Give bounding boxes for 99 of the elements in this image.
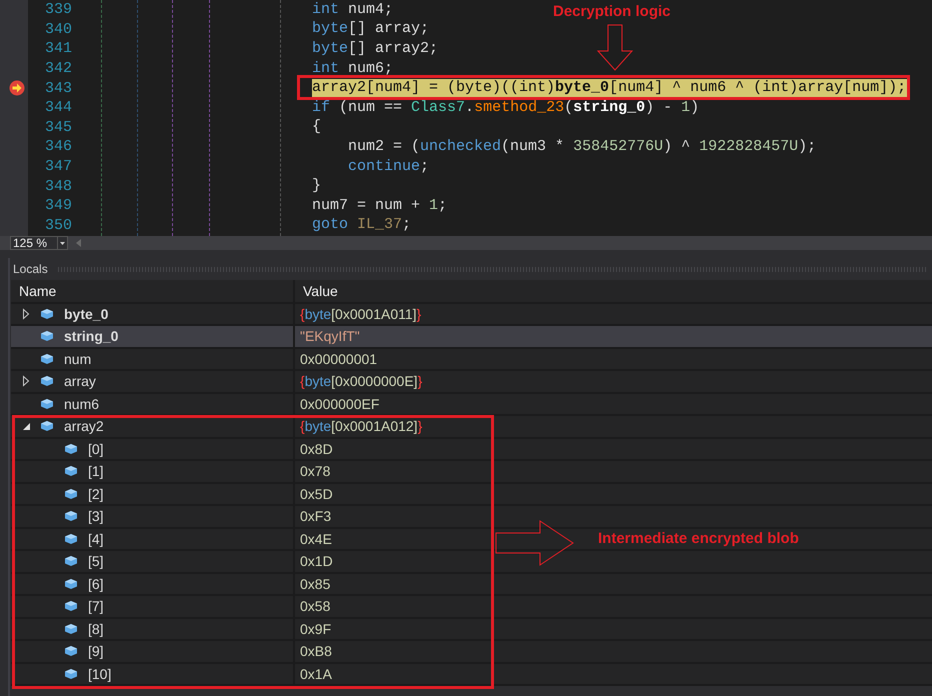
variable-name: [7] <box>88 598 104 614</box>
column-header[interactable]: Name <box>19 282 56 299</box>
cube-icon <box>64 465 78 478</box>
variable-value: 0x000000EF <box>300 396 380 412</box>
variable-row[interactable]: [5] 0x1D <box>11 551 932 574</box>
variable-value: 0x8D <box>300 440 333 457</box>
variable-value: 0x1D <box>300 553 333 570</box>
variable-name: [10] <box>88 666 112 682</box>
annotation-label: Intermediate encrypted blob <box>598 530 799 547</box>
variable-name: [1] <box>88 463 104 480</box>
code-line: int num6; <box>312 60 394 78</box>
variable-value: 0x00000001 <box>300 350 378 367</box>
code-line: byte[] array2; <box>312 40 440 58</box>
cube-icon <box>40 420 54 432</box>
variable-row[interactable]: [7] 0x58 <box>11 596 932 618</box>
code-line: byte[] array; <box>312 20 430 38</box>
annotation-label: Decryption logic <box>553 3 671 20</box>
line-number: 340 <box>44 20 72 38</box>
panel-title: Locals <box>13 262 48 276</box>
cube-icon <box>40 330 54 342</box>
variable-row[interactable]: string_0 "EKqyIfT" <box>11 326 932 348</box>
variable-name: [4] <box>88 530 104 547</box>
variable-name: string_0 <box>64 328 118 344</box>
variable-name: [6] <box>88 576 104 592</box>
variable-value: 0x58 <box>300 598 330 614</box>
variable-name: [9] <box>88 643 104 660</box>
cube-icon <box>64 578 78 590</box>
cube-icon <box>40 352 54 365</box>
variable-value: {byte[0x0001A011]} <box>300 306 422 322</box>
cube-icon <box>40 398 54 410</box>
variable-value: 0x5D <box>300 486 333 502</box>
variable-name: array2 <box>64 418 104 434</box>
line-number: 348 <box>44 178 72 195</box>
cube-icon <box>40 308 54 320</box>
cube-icon <box>64 488 78 500</box>
variable-row[interactable]: [6] 0x85 <box>11 574 932 596</box>
variable-name: num <box>64 350 92 367</box>
line-number: 346 <box>44 138 72 156</box>
variable-row[interactable]: [10] 0x1A <box>11 664 932 686</box>
variable-value: 0xF3 <box>300 508 332 524</box>
variable-value: 0x78 <box>300 463 330 480</box>
annotation-arrow <box>596 24 634 72</box>
variable-row[interactable]: [2] 0x5D <box>11 484 932 506</box>
variable-value: 0x4E <box>300 530 332 547</box>
variable-name: [8] <box>88 620 104 637</box>
variable-row[interactable]: num6 0x000000EF <box>11 394 932 416</box>
variable-value: 0x9F <box>300 620 332 637</box>
line-number: 341 <box>44 40 72 58</box>
expand-arrow-icon[interactable] <box>21 375 31 388</box>
cube-icon <box>64 555 78 568</box>
cube-icon <box>64 442 78 455</box>
variable-name: [2] <box>88 486 104 502</box>
variable-value: 0x85 <box>300 576 330 592</box>
variable-value: "EKqyIfT" <box>300 328 360 344</box>
cube-icon <box>64 510 78 522</box>
variable-name: num6 <box>64 396 100 412</box>
variable-value: {byte[0x0001A012]} <box>300 418 422 434</box>
variable-name: [0] <box>88 440 104 457</box>
cube-icon <box>64 532 78 545</box>
zoom-dropdown[interactable]: 125 % <box>10 236 68 250</box>
caret-icon <box>57 237 67 249</box>
expand-arrow-icon[interactable] <box>21 308 31 320</box>
code-line: int num4; <box>312 0 394 19</box>
cube-icon <box>64 600 78 612</box>
variable-name: [5] <box>88 553 104 570</box>
variable-value: 0x1A <box>300 666 332 682</box>
code-line: if (num == Class7.smethod_23(string_0) - 1) <box>312 98 700 117</box>
variable-row[interactable]: [0] 0x8D <box>11 438 932 461</box>
variable-row[interactable]: num 0x00000001 <box>11 348 932 371</box>
line-number: 343 <box>44 80 72 97</box>
code-line: continue; <box>347 158 430 176</box>
variable-row[interactable]: [8] 0x9F <box>11 618 932 641</box>
variable-name: array <box>64 373 96 390</box>
line-number: 345 <box>44 118 72 136</box>
line-number: 342 <box>44 60 72 78</box>
variable-row[interactable]: [1] 0x78 <box>11 461 932 484</box>
code-line: num2 = (unchecked(num3 * 358452776U) ^ 1922828457U); <box>347 138 818 156</box>
cube-icon <box>64 622 78 635</box>
line-number: 347 <box>44 158 72 176</box>
variable-name: [3] <box>88 508 104 524</box>
variable-value: {byte[0x0000000E]} <box>300 373 422 390</box>
variable-value: 0xB8 <box>300 643 332 660</box>
cube-icon <box>64 645 78 658</box>
variable-row[interactable]: [9] 0xB8 <box>11 641 932 664</box>
line-number: 344 <box>44 99 72 116</box>
line-number: 349 <box>44 197 72 214</box>
code-line: goto IL_37; <box>312 216 412 234</box>
cube-icon <box>64 668 78 680</box>
variable-row[interactable]: array2 {byte[0x0001A012]} <box>11 416 932 438</box>
cube-icon <box>40 375 54 388</box>
code-line: } <box>312 177 322 196</box>
line-number: 339 <box>44 1 72 18</box>
variable-row[interactable]: [3] 0xF3 <box>11 506 932 528</box>
column-header[interactable]: Value <box>303 282 338 299</box>
line-number: 350 <box>44 216 72 234</box>
code-line: { <box>312 118 322 136</box>
variable-name: byte_0 <box>64 306 108 322</box>
code-line: num7 = num + 1; <box>312 196 448 215</box>
variable-row[interactable]: array {byte[0x0000000E]} <box>11 371 932 394</box>
